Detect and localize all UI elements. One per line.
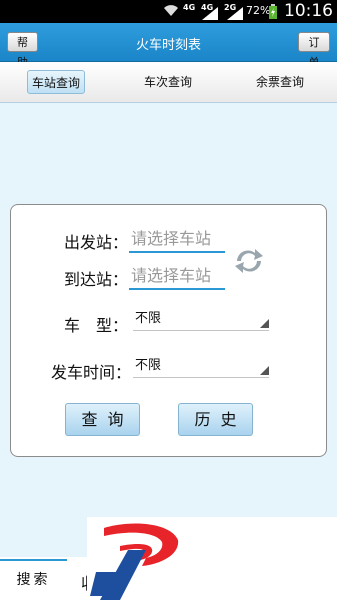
status-bar: 4G 4G 2G 72% 10:16: [0, 0, 337, 23]
tab-station-query[interactable]: 车站查询: [27, 70, 85, 94]
orders-button[interactable]: 订 单: [298, 32, 330, 69]
from-station-input[interactable]: 请选择车站: [129, 227, 225, 253]
train-type-select[interactable]: 不限: [133, 311, 269, 331]
history-button[interactable]: 历史: [178, 403, 253, 436]
tab-train-query[interactable]: 车次查询: [139, 70, 197, 94]
depart-time-select[interactable]: 不限: [133, 358, 269, 378]
to-station-input[interactable]: 请选择车站: [129, 264, 225, 290]
dropdown-arrow-icon: [260, 366, 269, 375]
depart-time-value: 不限: [135, 358, 162, 373]
bottom-tab-partial[interactable]: 收: [69, 568, 87, 600]
wifi-icon: [164, 5, 178, 16]
from-station-label: 出发站：: [64, 233, 129, 252]
to-station-label: 到达站：: [64, 270, 129, 289]
depart-time-label: 发车时间：: [51, 363, 132, 382]
title-bar: 帮 助 火车时刻表 订 单: [0, 23, 337, 69]
battery-percent: 72%: [246, 4, 271, 17]
train-type-label: 车 型：: [64, 316, 129, 335]
network-type-1: 4G: [183, 3, 196, 12]
page-title: 火车时刻表: [135, 38, 201, 53]
signal-icon-3: [227, 7, 243, 20]
query-button[interactable]: 查询: [65, 403, 140, 436]
bottom-tab-search[interactable]: 搜索: [0, 559, 67, 600]
train-type-value: 不限: [135, 311, 162, 326]
brand-logo-icon: [90, 523, 179, 600]
signal-icon-2: [202, 7, 218, 20]
tab-ticket-query[interactable]: 余票查询: [251, 70, 309, 94]
swap-stations-icon[interactable]: [233, 247, 265, 275]
battery-charging-icon: [269, 4, 277, 19]
tab-bar: 车站查询 车次查询 余票查询: [0, 62, 337, 103]
dropdown-arrow-icon: [260, 319, 269, 328]
clock: 10:16: [284, 1, 333, 21]
